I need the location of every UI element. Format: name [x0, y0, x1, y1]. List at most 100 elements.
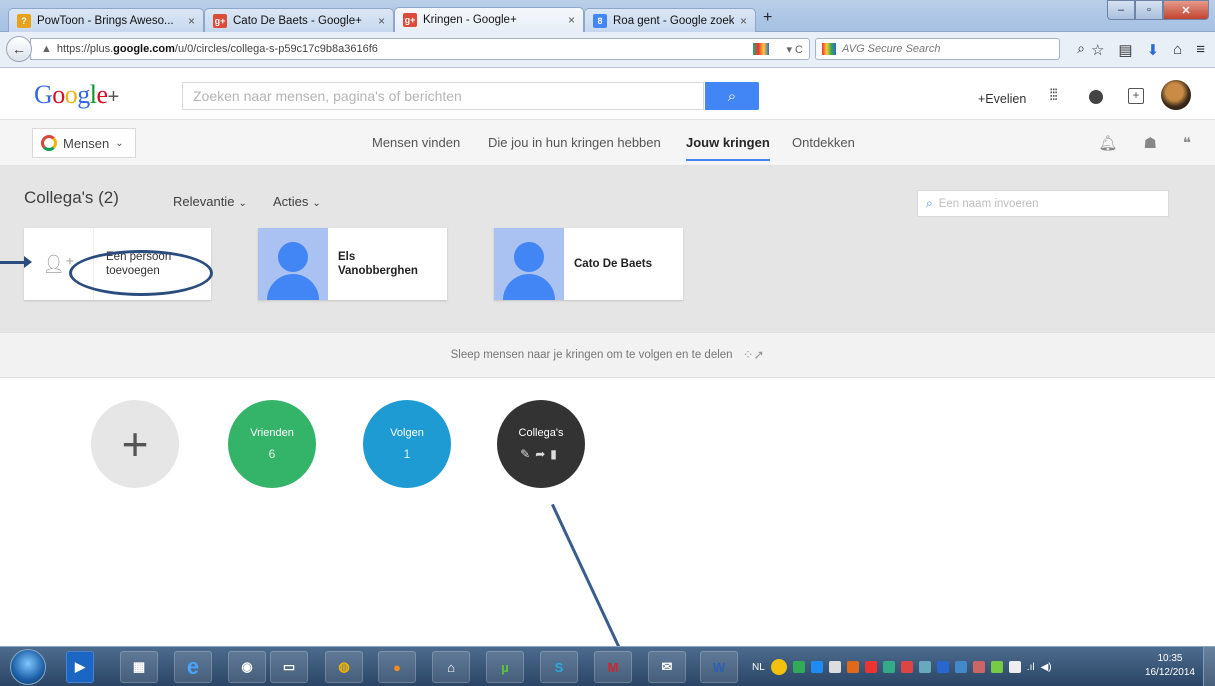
close-tab-icon[interactable]: ×: [568, 13, 575, 27]
chrome-icon[interactable]: ◍: [325, 651, 363, 683]
home-icon[interactable]: ⌂: [1173, 41, 1182, 59]
tab-ontdekken[interactable]: Ontdekken: [792, 135, 855, 150]
tray-icon[interactable]: [846, 661, 859, 673]
tray-icon[interactable]: [882, 661, 895, 673]
internet-explorer-icon[interactable]: e: [174, 651, 212, 683]
bluetooth-icon[interactable]: [936, 661, 949, 673]
network-signal-icon[interactable]: .ıl: [1027, 662, 1035, 673]
circle-vrienden[interactable]: Vrienden 6: [228, 400, 316, 488]
close-tab-icon[interactable]: ×: [188, 14, 195, 28]
tray-icon[interactable]: [972, 661, 985, 673]
close-tab-icon[interactable]: ×: [378, 14, 385, 28]
tray-icon[interactable]: [990, 661, 1003, 673]
person-name: Els Vanobberghen: [338, 251, 418, 277]
firefox-icon[interactable]: ●: [378, 651, 416, 683]
browser-tab-roa[interactable]: 8 Roa gent - Google zoeken ×: [584, 8, 756, 32]
tray-icon[interactable]: [828, 661, 841, 673]
new-tab-button[interactable]: +: [763, 9, 772, 27]
media-player-icon[interactable]: ▶: [66, 651, 94, 683]
powtoon-favicon-icon: ?: [17, 13, 31, 28]
bookmarks-list-icon[interactable]: ▤: [1118, 41, 1132, 59]
notifications-icon[interactable]: [1089, 90, 1103, 104]
battery-icon[interactable]: [1008, 661, 1021, 673]
new-circle-button[interactable]: +: [91, 400, 179, 488]
site-warning-icon[interactable]: ▲: [41, 43, 52, 55]
person-card[interactable]: Els Vanobberghen: [258, 228, 447, 300]
avatar[interactable]: [1161, 80, 1191, 110]
browser-search-field[interactable]: AVG Secure Search ⌕: [815, 38, 1085, 60]
chat-icon[interactable]: ❝: [1183, 134, 1191, 152]
tray-icon[interactable]: [864, 661, 877, 673]
drag-hint-text: Sleep mensen naar je kringen om te volge…: [450, 349, 733, 361]
logo-letter: G: [34, 80, 53, 109]
url-domain: google.com: [113, 43, 175, 55]
section-dropdown[interactable]: Mensen ⌄: [32, 128, 136, 158]
volume-icon[interactable]: ◀): [1041, 662, 1052, 673]
browser-tab-kringen[interactable]: g+ Kringen - Google+ ×: [394, 7, 584, 32]
webcam-icon[interactable]: ◉: [228, 651, 266, 683]
mail-icon[interactable]: ✉: [648, 651, 686, 683]
url-path: /u/0/circles/collega-s-p59c17c9b8a3616f6: [174, 43, 378, 55]
tray-icon[interactable]: [954, 661, 967, 673]
close-window-button[interactable]: ✕: [1163, 0, 1209, 20]
browser-tab-powtoon[interactable]: ? PowToon - Brings Aweso... ×: [8, 8, 204, 32]
bell-icon[interactable]: 🔔︎: [1098, 134, 1117, 152]
share-arrow-icon[interactable]: ➦: [535, 447, 550, 461]
url-prefix: https://plus.: [56, 43, 114, 55]
clock-time: 10:35: [1157, 653, 1183, 664]
browser-tab-cato[interactable]: g+ Cato De Baets - Google+ ×: [204, 8, 394, 32]
circle-actions: ✎➦▮: [520, 447, 562, 461]
tab-mensen-vinden[interactable]: Mensen vinden: [372, 135, 460, 150]
start-button[interactable]: [10, 649, 46, 685]
hp-photo-icon[interactable]: ⌂: [432, 651, 470, 683]
language-indicator[interactable]: NL: [752, 662, 765, 673]
hangouts-people-icon[interactable]: ☗: [1143, 134, 1156, 152]
action-center-icon[interactable]: [770, 659, 787, 675]
tray-icon[interactable]: [918, 661, 931, 673]
google-search-favicon-icon: 8: [593, 13, 607, 28]
person-card[interactable]: Cato De Baets: [494, 228, 683, 300]
person-name: Cato De Baets: [574, 258, 652, 270]
show-desktop-button[interactable]: [1203, 647, 1215, 686]
gplus-search-input[interactable]: Zoeken naar mensen, pagina's of berichte…: [182, 82, 704, 110]
mcafee-icon[interactable]: M: [594, 651, 632, 683]
tray-icon[interactable]: [810, 661, 823, 673]
search-icon[interactable]: ⌕: [1077, 40, 1085, 57]
tray-icon[interactable]: [792, 661, 805, 673]
tray-icon[interactable]: [900, 661, 913, 673]
back-button[interactable]: ←: [6, 36, 32, 62]
clock[interactable]: 10:35 16/12/2014: [1145, 652, 1195, 680]
actions-dropdown[interactable]: Acties ⌄: [273, 194, 321, 209]
share-plus-icon[interactable]: +: [1128, 88, 1144, 104]
tab-die-jou-in-hun-kringen[interactable]: Die jou in hun kringen hebben: [488, 135, 661, 150]
maximize-button[interactable]: ▫: [1135, 0, 1163, 20]
window-controls: – ▫ ✕: [1107, 0, 1209, 20]
url-bar[interactable]: ▲ https://plus. google.com/u/0/circles/co…: [30, 38, 810, 60]
file-explorer-icon[interactable]: ▦: [120, 651, 158, 683]
circle-collegas[interactable]: Collega's ✎➦▮: [497, 400, 585, 488]
minimize-button[interactable]: –: [1107, 0, 1135, 20]
download-icon[interactable]: ⬇: [1147, 41, 1160, 59]
sort-label: Relevantie: [173, 194, 235, 209]
annotation-arrow: [0, 256, 32, 268]
scanner-icon[interactable]: ▭: [270, 651, 308, 683]
menu-icon[interactable]: ≡: [1196, 41, 1205, 59]
trash-icon[interactable]: ▮: [550, 447, 562, 461]
bookmark-star-icon[interactable]: ☆: [1091, 41, 1104, 59]
circle-volgen[interactable]: Volgen 1: [363, 400, 451, 488]
reload-icon[interactable]: ▾ C: [786, 43, 803, 56]
edit-pencil-icon[interactable]: ✎: [520, 447, 535, 461]
word-icon[interactable]: W: [700, 651, 738, 683]
tab-jouw-kringen[interactable]: Jouw kringen: [686, 135, 770, 161]
name-search-input[interactable]: ⌕ Een naam invoeren: [917, 190, 1169, 217]
sort-dropdown[interactable]: Relevantie ⌄: [173, 194, 247, 209]
siteadvisor-icon[interactable]: [753, 43, 769, 55]
google-plus-logo[interactable]: Google+: [34, 80, 119, 110]
skype-icon[interactable]: S: [540, 651, 578, 683]
close-tab-icon[interactable]: ×: [740, 14, 747, 28]
windows-taskbar: ▶ ▦ e ◉ ▭ ◍ ● ⌂ µ S M ✉ W NL .ıl ◀) 10:3…: [0, 646, 1215, 686]
apps-grid-icon[interactable]: ⁞⁞⁞: [1049, 87, 1058, 105]
user-name-link[interactable]: +Evelien: [978, 92, 1026, 106]
gplus-search-button[interactable]: ⌕: [705, 82, 759, 110]
utorrent-icon[interactable]: µ: [486, 651, 524, 683]
